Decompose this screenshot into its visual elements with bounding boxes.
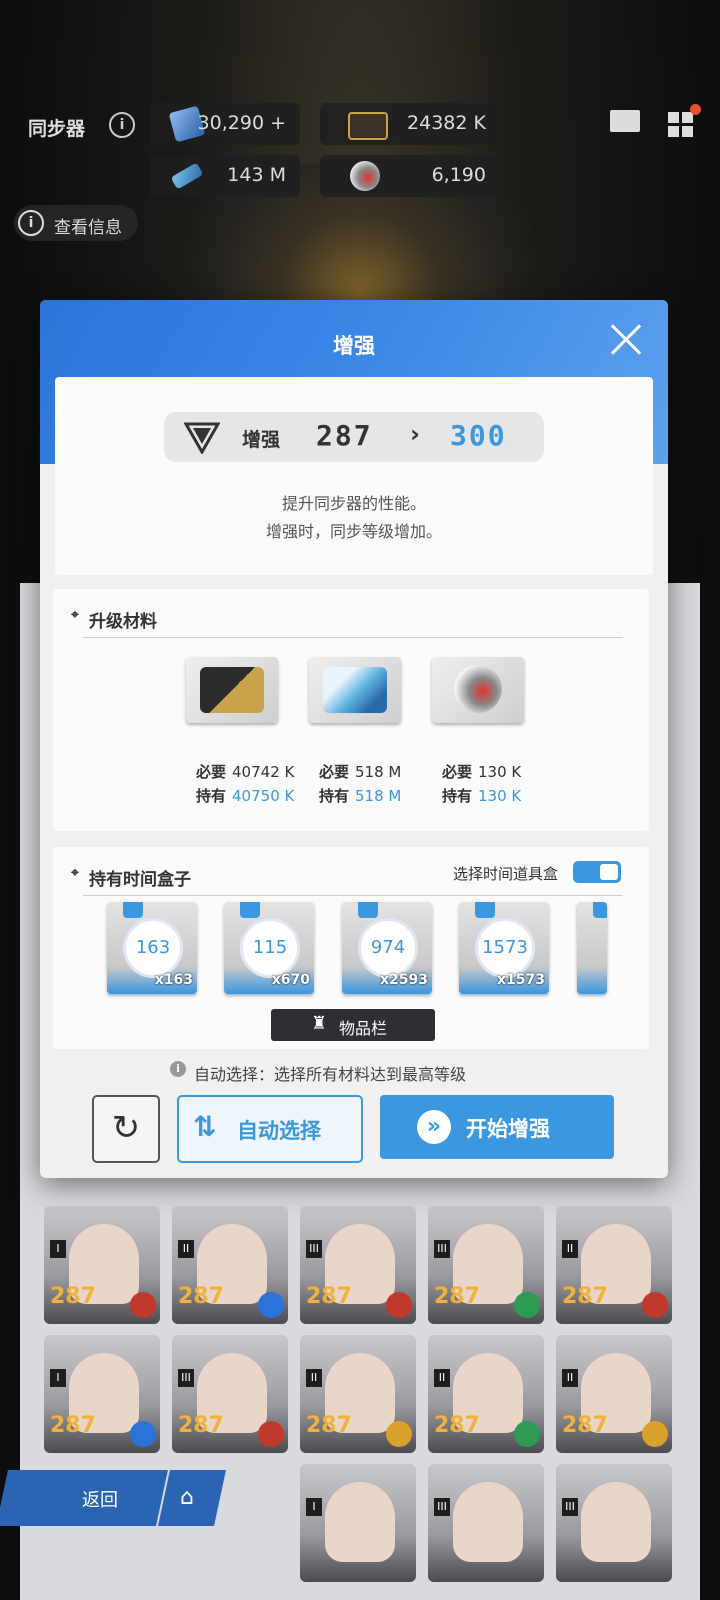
chevron-right-icon: › [410, 420, 420, 448]
material-core[interactable] [432, 657, 524, 723]
auto-select-button[interactable]: ⇅ 自动选择 [177, 1095, 363, 1163]
notification-dot [690, 104, 701, 115]
backpack-icon: ♜ [311, 1013, 328, 1034]
character-card[interactable]: II 287 [300, 1335, 416, 1453]
auto-select-label: 自动选择 [237, 1119, 321, 1143]
resource-value: 24382 K [407, 112, 486, 134]
material-have: 持有 40750 K [196, 787, 295, 805]
character-card[interactable]: III 287 [172, 1335, 288, 1453]
sc-emblem-icon [184, 422, 220, 454]
back-label: 返回 [82, 1490, 118, 1511]
level-change-pill: 增强 287 › 300 [164, 412, 544, 462]
character-card[interactable]: II 287 [428, 1335, 544, 1453]
material-need: 必要 40742 K [196, 763, 295, 781]
enhance-level-panel: 增强 287 › 300 提升同步器的性能。 增强时，同步等级增加。 [55, 377, 653, 575]
material-usb[interactable] [309, 657, 401, 723]
info-icon[interactable]: i [109, 112, 135, 138]
core-sphere-icon [454, 665, 502, 713]
refresh-icon: ↻ [111, 1108, 141, 1148]
clock-icon: 163 [123, 918, 183, 978]
materials-section: 升级材料 必要40742 K 持有40750 K 必要518 M 持有518 M… [53, 589, 649, 831]
info-icon: i [170, 1061, 186, 1077]
character-card[interactable]: II 287 [172, 1206, 288, 1324]
double-chevron-right-icon: » [417, 1110, 451, 1144]
home-icon: ⌂ [180, 1485, 194, 1510]
usb-drive-icon [323, 667, 387, 713]
time-box-item[interactable]: 974 x2593 [342, 902, 432, 994]
clock-icon: 1573 [475, 918, 535, 978]
enhance-dialog: 增强 增强 287 › 300 提升同步器的性能。 增强时，同步等级增加。 升级… [40, 300, 668, 1178]
credit-card-icon [200, 667, 264, 713]
level-target: 300 [450, 419, 507, 452]
inventory-label: 物品栏 [339, 1019, 388, 1038]
description-line-1: 提升同步器的性能。 [281, 494, 426, 513]
dialog-title: 增强 [333, 334, 375, 358]
mail-icon[interactable] [610, 110, 640, 132]
time-box-item[interactable]: 163 x163 [107, 902, 197, 994]
inventory-button[interactable]: ♜ 物品栏 [271, 1009, 435, 1041]
time-box-item[interactable] [577, 902, 607, 994]
material-have: 持有 518 M [319, 787, 402, 805]
reset-button[interactable]: ↻ [92, 1095, 160, 1163]
character-card[interactable]: III 287 [428, 1206, 544, 1324]
bag-icon [475, 902, 495, 918]
time-boxes-title: 持有时间盒子 [71, 865, 191, 890]
material-credits[interactable] [186, 657, 278, 723]
material-need: 必要 130 K [442, 763, 522, 781]
character-card[interactable]: III [428, 1464, 544, 1582]
info-icon: i [18, 210, 44, 236]
resource-usb: 143 M [150, 155, 300, 197]
clock-icon: 974 [358, 918, 418, 978]
character-card[interactable]: I 287 [44, 1206, 160, 1324]
credit-card-icon [348, 112, 388, 140]
resource-value: 143 M [227, 164, 286, 186]
bag-icon [593, 902, 607, 918]
time-box-item[interactable]: 115 x670 [224, 902, 314, 994]
start-enhance-label: 开始增强 [466, 1117, 550, 1141]
character-card[interactable]: III 287 [300, 1206, 416, 1324]
divider [83, 895, 623, 896]
bag-icon [358, 902, 378, 918]
toggle-label: 选择时间道具盒 [453, 865, 559, 883]
character-card[interactable]: III [556, 1464, 672, 1582]
close-button[interactable] [606, 320, 646, 360]
view-info-label: 查看信息 [54, 218, 122, 238]
material-have: 持有 130 K [442, 787, 522, 805]
item-quantity: x163 [154, 972, 193, 988]
menu-grid-icon[interactable] [668, 112, 696, 138]
time-boxes-section: 持有时间盒子 选择时间道具盒 163 x163 115 x670 974 x25… [53, 847, 649, 1049]
start-enhance-button[interactable]: » 开始增强 [380, 1095, 614, 1159]
character-card[interactable]: I [300, 1464, 416, 1582]
character-card[interactable]: II 287 [556, 1335, 672, 1453]
materials-title: 升级材料 [71, 607, 157, 632]
character-card[interactable]: II 287 [556, 1206, 672, 1324]
page-title: 同步器 [28, 118, 86, 140]
description-line-2: 增强时，同步等级增加。 [265, 522, 442, 541]
resource-credits: 24382 K [320, 103, 500, 145]
divider [83, 637, 623, 638]
swap-arrows-icon: ⇅ [193, 1110, 217, 1143]
usb-drive-icon [170, 162, 204, 190]
item-quantity: x2593 [380, 972, 428, 988]
core-sphere-icon [350, 161, 380, 191]
character-card[interactable]: I 287 [44, 1335, 160, 1453]
item-quantity: x1573 [497, 972, 545, 988]
resource-value: 6,190 [431, 164, 486, 186]
view-info-button[interactable]: i 查看信息 [14, 205, 138, 241]
bag-icon [123, 902, 143, 918]
material-need: 必要 518 M [319, 763, 402, 781]
time-box-toggle[interactable] [573, 861, 621, 883]
time-box-item[interactable]: 1573 x1573 [459, 902, 549, 994]
resource-value: 30,290 + [197, 112, 286, 134]
item-quantity: x670 [271, 972, 310, 988]
level-current: 287 [316, 419, 373, 452]
bag-icon [240, 902, 260, 918]
clock-icon: 115 [240, 918, 300, 978]
resource-crystal[interactable]: 30,290 + [150, 103, 300, 145]
resource-core: 6,190 [320, 155, 500, 197]
level-label: 增强 [242, 429, 281, 451]
